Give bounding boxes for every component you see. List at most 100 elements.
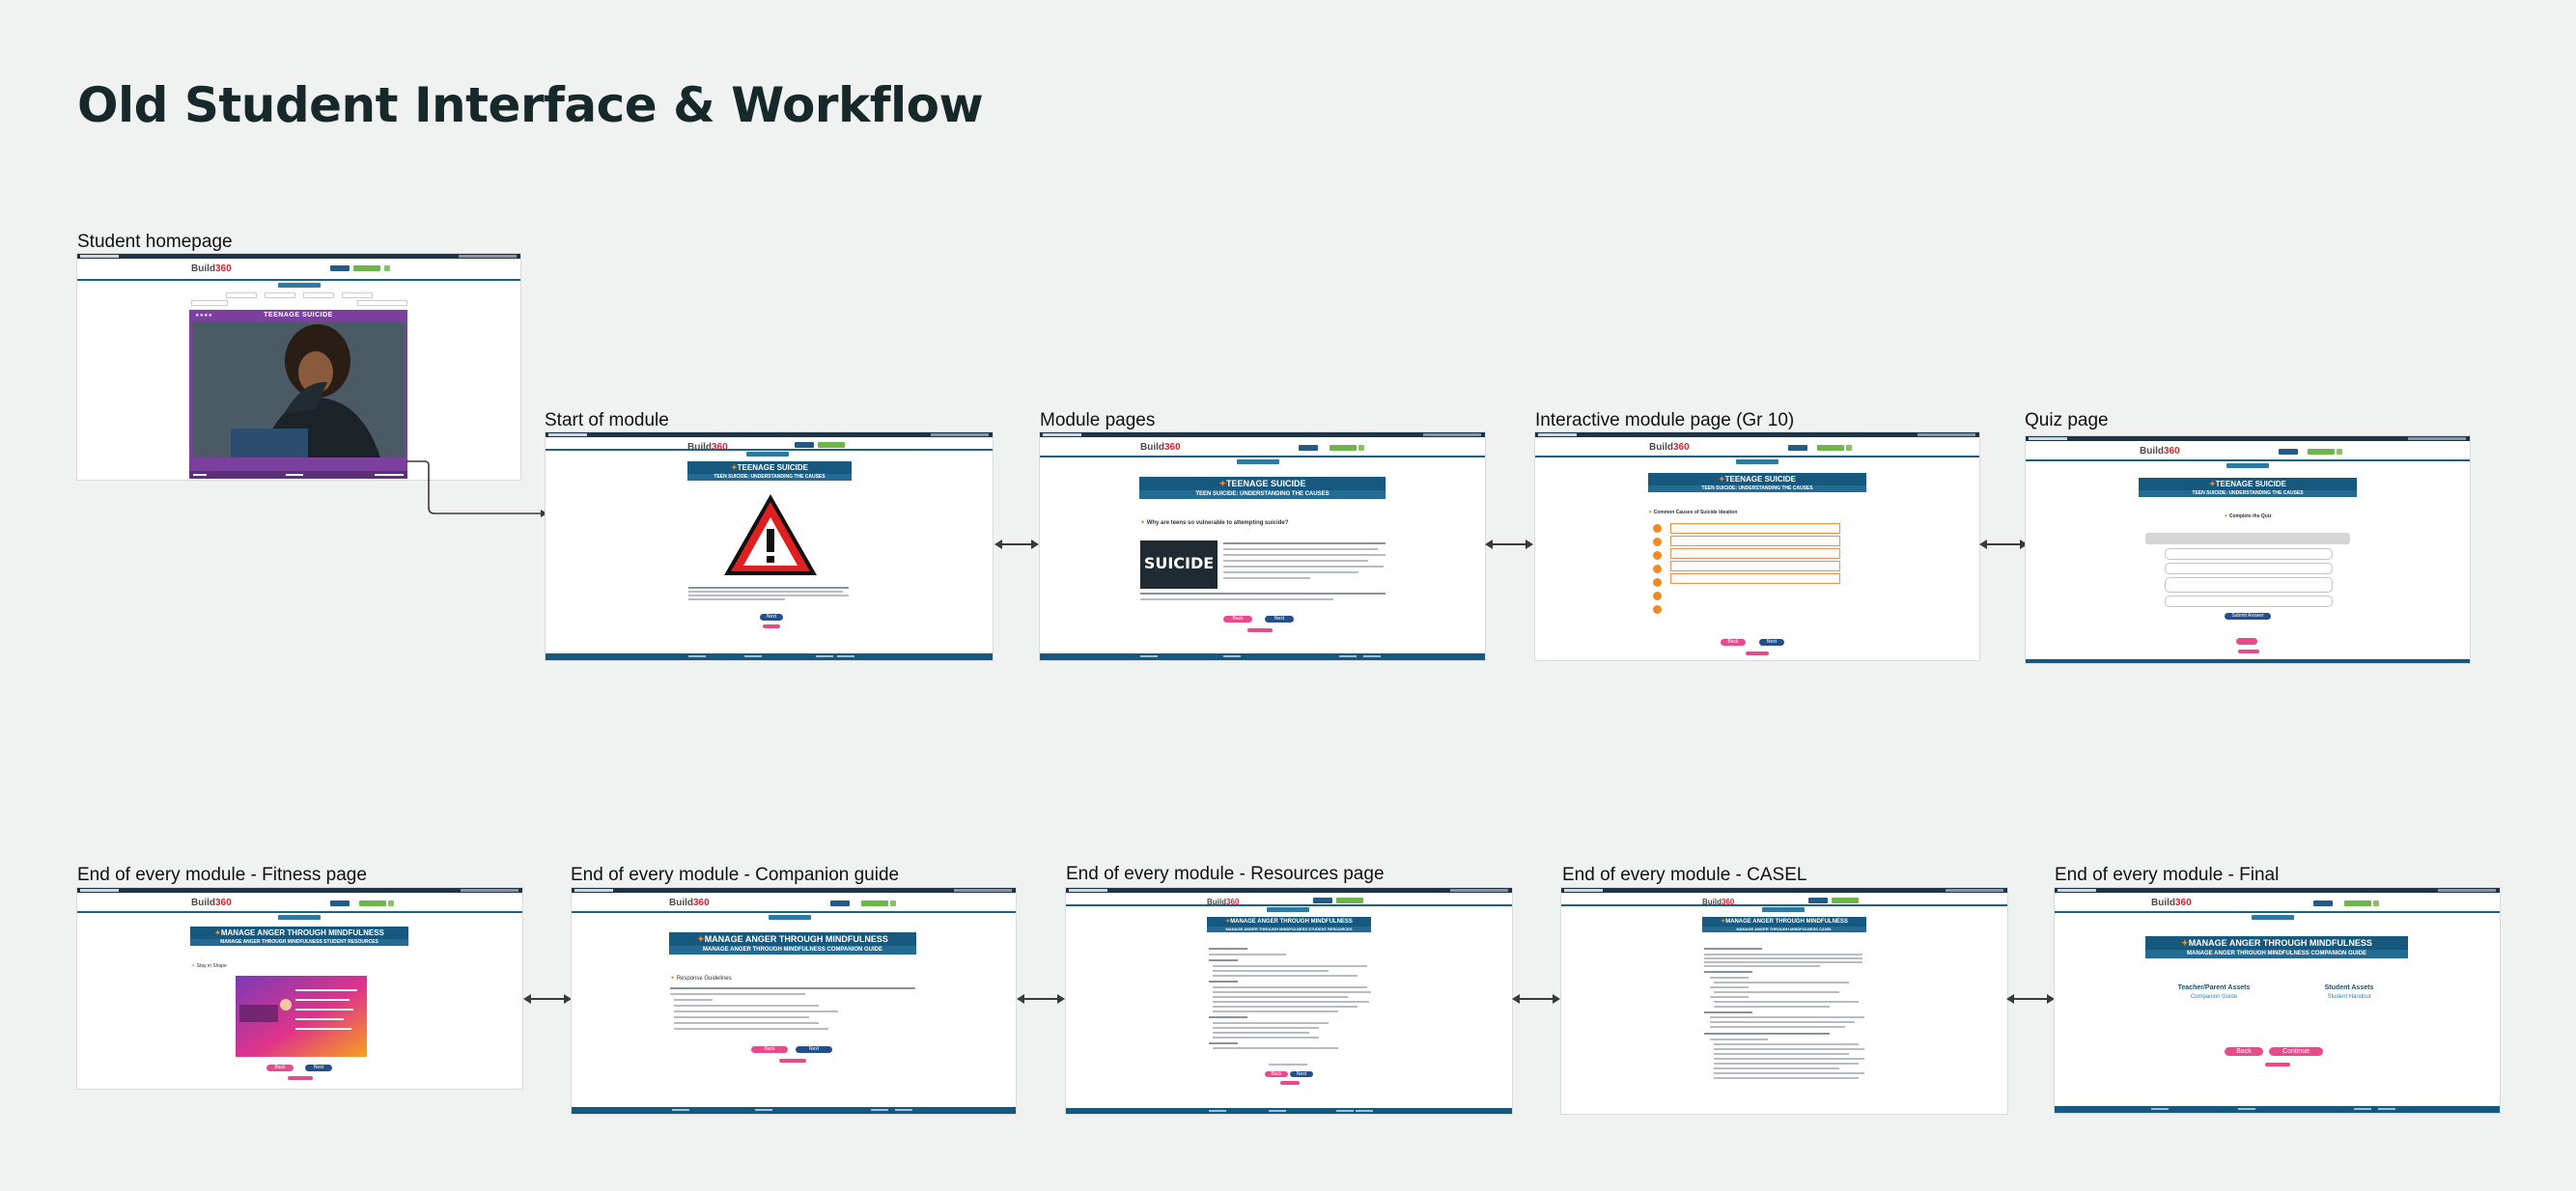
header-button-green[interactable] (818, 442, 845, 448)
flow-arrow (523, 994, 572, 1004)
back-button[interactable]: Back (2225, 1047, 2263, 1056)
filter-chip[interactable] (342, 292, 373, 298)
header-button-green[interactable] (359, 900, 386, 906)
frame-resources-page[interactable]: Build360 ✦MANAGE ANGER THROUGH MINDFULNE… (1066, 888, 1512, 1114)
header-button[interactable] (2279, 449, 2298, 455)
header-button-green[interactable] (861, 900, 888, 906)
header-button[interactable] (1299, 445, 1318, 451)
frame-module-pages[interactable]: Build360 ✦TEENAGE SUICIDE TEEN SUICIDE: … (1040, 432, 1485, 660)
small-pink-button[interactable] (2238, 650, 2259, 653)
back-button[interactable]: Back (751, 1046, 788, 1053)
list-item (1213, 1006, 1358, 1008)
list-item (1710, 1039, 1768, 1040)
option-box[interactable] (1670, 536, 1840, 546)
filter-chip[interactable] (226, 292, 257, 298)
header-button-green[interactable] (353, 265, 380, 271)
small-pink-button[interactable] (1247, 628, 1273, 632)
next-button[interactable]: Next (1759, 639, 1784, 646)
header-button[interactable] (1788, 445, 1807, 451)
quiz-answer[interactable] (2165, 596, 2333, 607)
back-button[interactable]: Back (1265, 1071, 1288, 1077)
header-button[interactable] (830, 900, 850, 906)
body-text (688, 591, 843, 593)
search-input[interactable] (191, 300, 228, 306)
option-dot[interactable] (1653, 551, 1662, 560)
header-button-small[interactable] (2337, 449, 2342, 455)
header-button-green[interactable] (1832, 898, 1859, 903)
header-button[interactable] (330, 900, 350, 906)
card-title: TEENAGE SUICIDE (264, 312, 333, 319)
option-dot[interactable] (1653, 565, 1662, 573)
small-pink-button[interactable] (2265, 1063, 2290, 1066)
frame-casel[interactable]: Build360 ✦MANAGE ANGER THROUGH MINDFULNE… (1561, 888, 2007, 1114)
small-pink-button[interactable] (288, 1076, 313, 1080)
quiz-answer[interactable] (2165, 548, 2333, 560)
option-dot[interactable] (1653, 538, 1662, 546)
header-button[interactable] (330, 265, 350, 271)
back-button[interactable] (2236, 638, 2257, 645)
footer (2055, 1106, 2500, 1113)
small-pink-button[interactable] (779, 1059, 806, 1063)
header-button-small[interactable] (1846, 445, 1852, 451)
option-dot[interactable] (1653, 524, 1662, 533)
option-box[interactable] (1670, 523, 1840, 534)
header-button-green[interactable] (2308, 449, 2335, 455)
header-button-green[interactable] (1336, 898, 1363, 903)
option-dot[interactable] (1653, 605, 1662, 614)
next-button[interactable]: Next (760, 614, 783, 621)
list-item (1714, 982, 1849, 983)
frame-quiz-page[interactable]: Build360 ✦TEENAGE SUICIDE TEEN SUICIDE: … (2026, 436, 2470, 663)
submit-answer-button[interactable]: Submit Answer (2225, 613, 2271, 620)
module-card[interactable]: ★★★★ TEENAGE SUICIDE (189, 310, 407, 479)
header-button-small[interactable] (384, 265, 390, 271)
frame-companion-guide[interactable]: Build360 ✦MANAGE ANGER THROUGH MINDFULNE… (572, 888, 1016, 1114)
back-button[interactable]: Back (1223, 616, 1252, 623)
small-pink-button[interactable] (763, 624, 780, 628)
frame-student-homepage[interactable]: Build360 ★★★★ TEENAGE SUICIDE (77, 254, 520, 480)
small-pink-button[interactable] (1280, 1081, 1300, 1085)
header-button[interactable] (2313, 900, 2333, 906)
back-button[interactable]: Back (1721, 639, 1746, 646)
student-handout-link[interactable]: Student Handout (2296, 994, 2402, 1000)
next-button[interactable]: Next (796, 1046, 832, 1053)
footer (572, 1107, 1016, 1114)
top-bar (77, 888, 522, 893)
back-button[interactable]: Back (266, 1065, 294, 1071)
header-button[interactable] (1313, 898, 1332, 903)
header-button[interactable] (795, 442, 814, 448)
header-button-green[interactable] (1817, 445, 1844, 451)
filter-chip[interactable] (303, 292, 334, 298)
frame-interactive-module-page[interactable]: Build360 ✦TEENAGE SUICIDE TEEN SUICIDE: … (1535, 432, 1979, 660)
logo: Build360 (687, 442, 728, 453)
body-text (1223, 554, 1386, 556)
sort-select[interactable] (357, 300, 407, 306)
companion-guide-link[interactable]: Companion Guide (2161, 994, 2267, 1000)
small-pink-button[interactable] (1746, 651, 1769, 655)
header-divider (2026, 459, 2470, 461)
body-text (1209, 954, 1286, 956)
header-button-green[interactable] (2344, 900, 2371, 906)
header-button-small[interactable] (388, 900, 394, 906)
frame-final[interactable]: Build360 ✦MANAGE ANGER THROUGH MINDFULNE… (2055, 888, 2500, 1113)
quiz-answer[interactable] (2165, 563, 2333, 574)
quiz-answer[interactable] (2165, 577, 2333, 593)
option-dot[interactable] (1653, 578, 1662, 587)
header-button[interactable] (1808, 898, 1828, 903)
option-box[interactable] (1670, 548, 1840, 559)
continue-button[interactable]: Continue (2269, 1047, 2323, 1056)
header-button-small[interactable] (2373, 900, 2379, 906)
next-button[interactable]: Next (305, 1065, 332, 1071)
next-button[interactable]: Next (1290, 1071, 1313, 1077)
filter-chip[interactable] (265, 292, 295, 298)
option-box[interactable] (1670, 561, 1840, 571)
card-footer (189, 471, 407, 479)
option-dot[interactable] (1653, 592, 1662, 600)
list-item (1714, 1001, 1859, 1003)
next-button[interactable]: Next (1265, 616, 1294, 623)
option-box[interactable] (1670, 573, 1840, 584)
header-button-green[interactable] (1330, 445, 1357, 451)
frame-start-of-module[interactable]: Build360 ✦TEENAGE SUICIDE TEEN SUICIDE: … (546, 432, 993, 660)
header-button-small[interactable] (890, 900, 896, 906)
header-button-small[interactable] (1358, 445, 1364, 451)
frame-fitness-page[interactable]: Build360 ✦MANAGE ANGER THROUGH MINDFULNE… (77, 888, 522, 1089)
